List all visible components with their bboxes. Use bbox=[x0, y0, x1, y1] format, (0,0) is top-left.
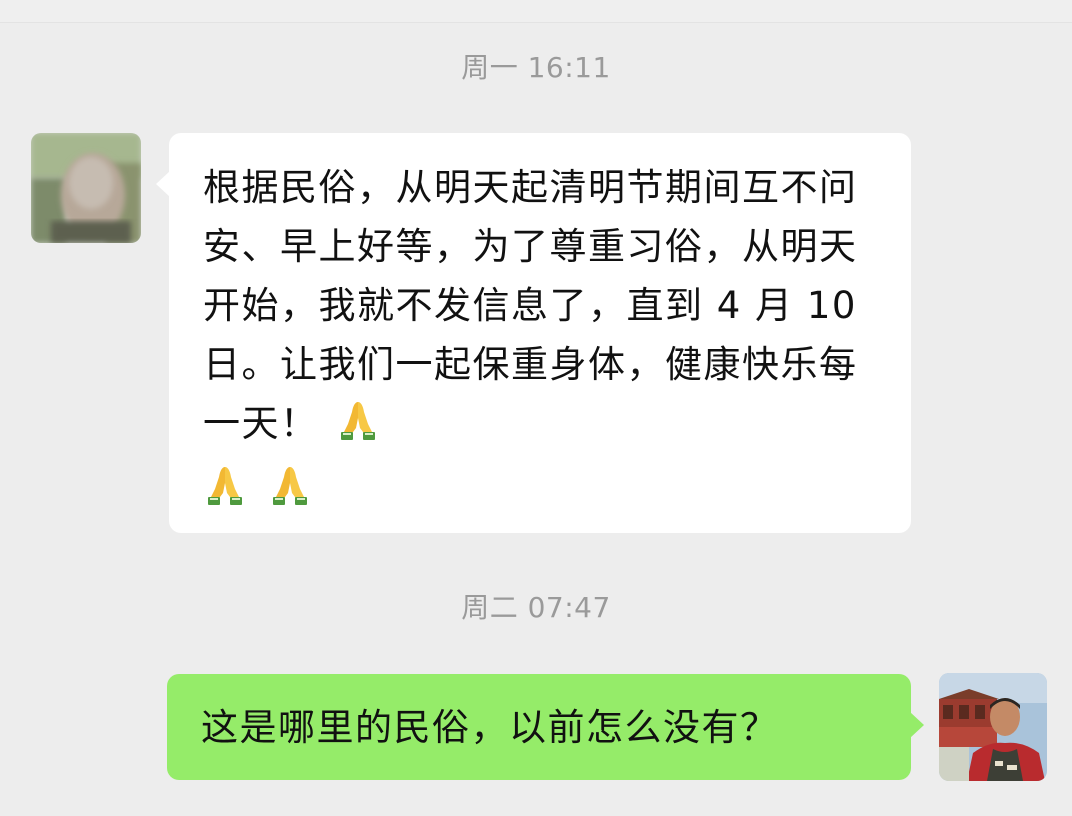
outgoing-message-text: 这是哪里的民俗，以前怎么没有？ bbox=[201, 706, 779, 749]
self-avatar-image bbox=[939, 673, 1047, 781]
self-avatar[interactable] bbox=[939, 673, 1047, 781]
timestamp: 周一 16:11 bbox=[461, 51, 611, 84]
incoming-message-bubble[interactable]: 根据民俗，从明天起清明节期间互不问安、早上好等，为了尊重习俗，从明天开始，我就不… bbox=[156, 133, 911, 533]
contact-avatar-image bbox=[31, 133, 141, 243]
timestamp: 周二 07:47 bbox=[461, 591, 611, 624]
folded-hands-icon bbox=[268, 463, 312, 524]
incoming-message-text: 根据民俗，从明天起清明节期间互不问安、早上好等，为了尊重习俗，从明天开始，我就不… bbox=[203, 166, 858, 445]
folded-hands-icon bbox=[203, 463, 247, 524]
contact-avatar[interactable] bbox=[31, 133, 141, 243]
top-divider bbox=[0, 0, 1072, 23]
outgoing-message-bubble[interactable]: 这是哪里的民俗，以前怎么没有？ bbox=[167, 674, 924, 780]
folded-hands-icon bbox=[336, 398, 380, 459]
